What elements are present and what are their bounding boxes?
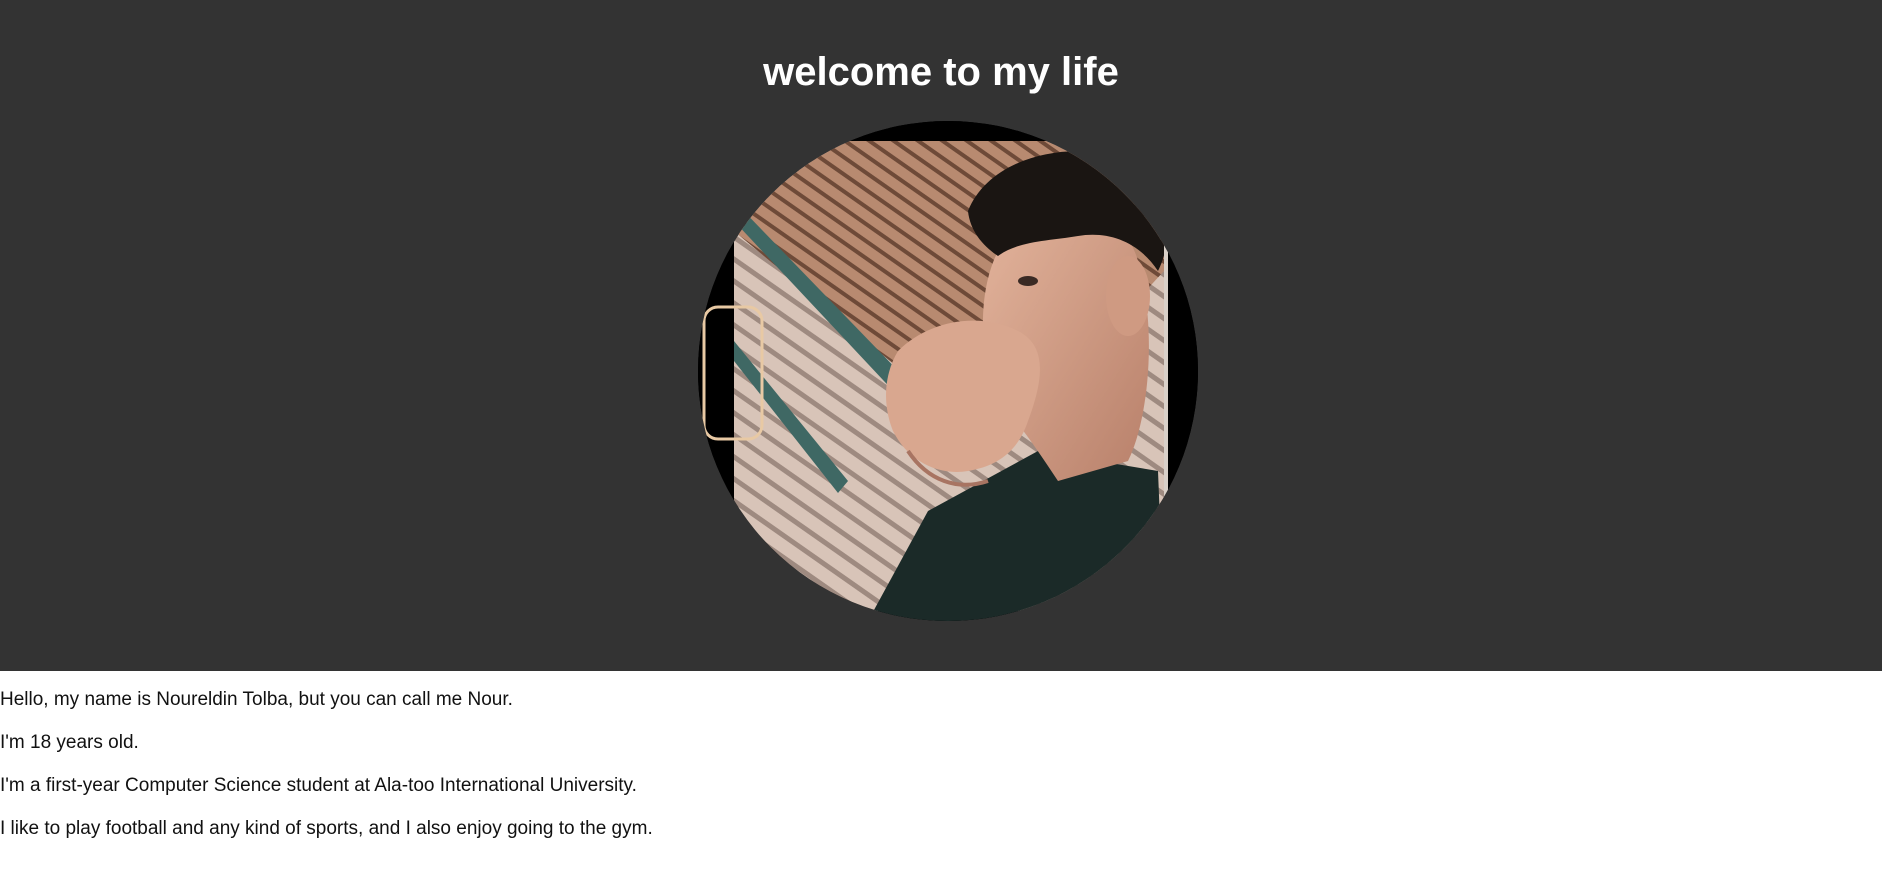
hero-header: welcome to my life (0, 0, 1882, 671)
bio-paragraph-age: I'm 18 years old. (0, 732, 139, 753)
bio-paragraph-study: I'm a first-year Computer Science studen… (0, 775, 637, 796)
profile-photo-image (698, 121, 1198, 621)
page-title: welcome to my life (763, 50, 1119, 94)
bio-paragraph-name: Hello, my name is Noureldin Tolba, but y… (0, 689, 513, 710)
bio-section: Hello, my name is Noureldin Tolba, but y… (0, 671, 1882, 840)
bio-paragraph-hobbies: I like to play football and any kind of … (0, 818, 653, 839)
profile-photo (698, 121, 1198, 621)
